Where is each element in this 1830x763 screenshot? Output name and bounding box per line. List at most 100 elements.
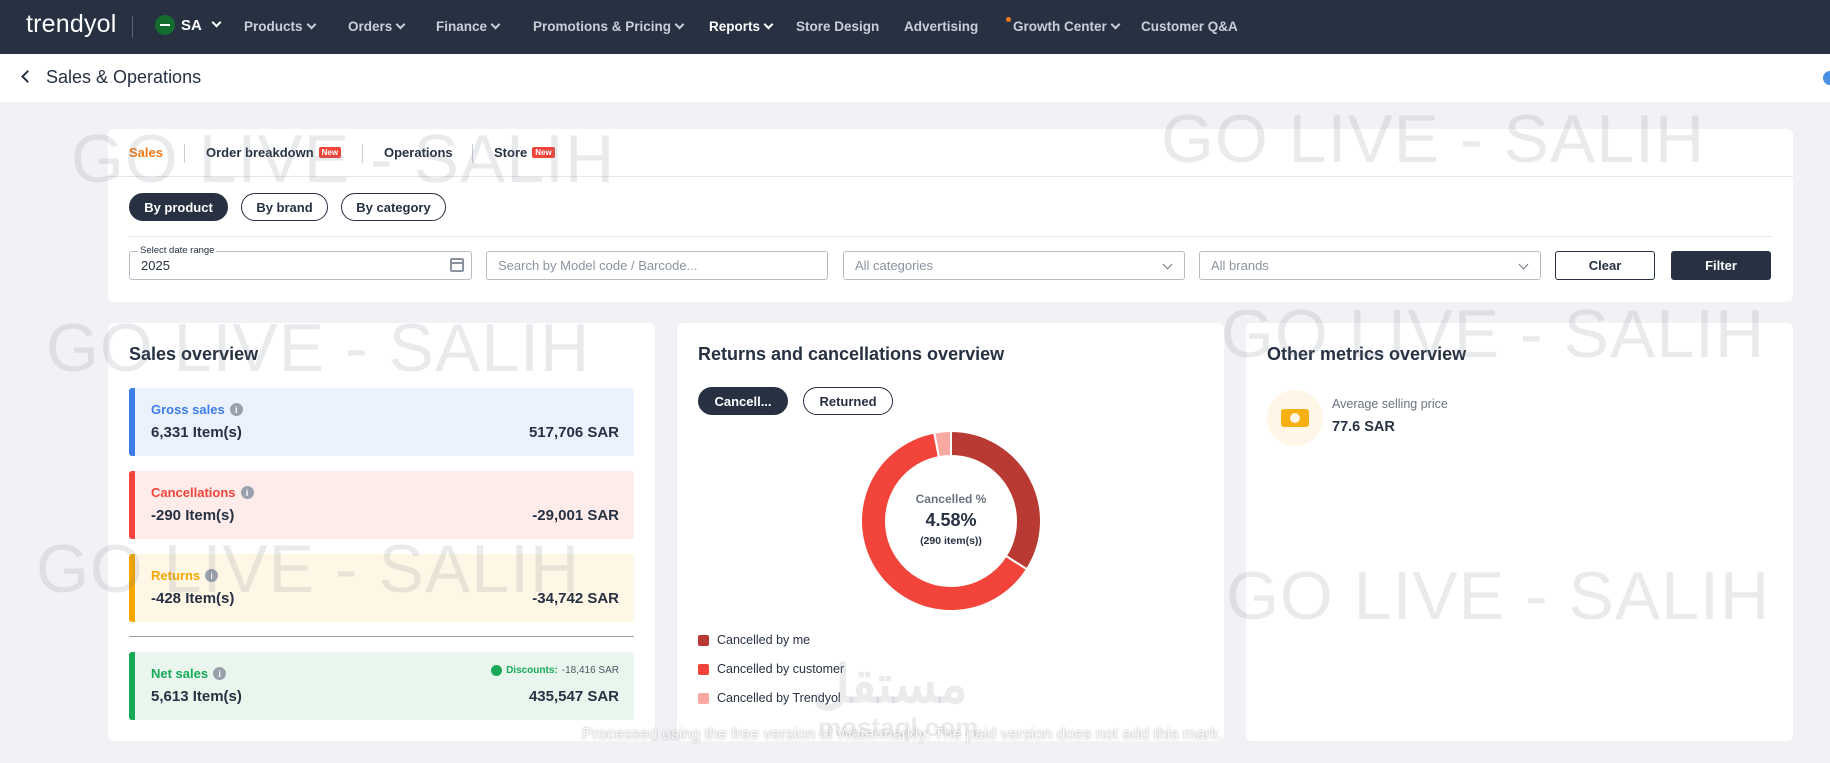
cancellation-donut-chart: Cancelled % 4.58% (290 item(s)) <box>860 429 1042 612</box>
chevron-down-icon <box>395 19 406 30</box>
chevron-down-icon <box>490 19 501 30</box>
tab-divider <box>184 144 185 163</box>
info-icon[interactable]: i <box>229 403 243 416</box>
watermark-footer: Processed using the free version of Wate… <box>582 726 1223 743</box>
tabs-divider <box>108 176 1793 177</box>
metric-name: Net sales i <box>151 666 227 681</box>
brand-select[interactable]: All brands <box>1199 251 1541 280</box>
brand-value: All brands <box>1211 258 1269 273</box>
metric-items: -290 Item(s) <box>151 507 235 524</box>
clear-button[interactable]: Clear <box>1555 251 1655 280</box>
metric-accent-bar <box>129 388 135 456</box>
metric-amount: 517,706 SAR <box>528 424 619 441</box>
asp-value: 77.6 SAR <box>1332 419 1395 435</box>
tab-sales[interactable]: Sales <box>129 145 163 160</box>
asp-label: Average selling price <box>1332 397 1448 411</box>
page-header <box>0 54 1830 102</box>
chevron-down-icon <box>1162 259 1173 270</box>
nav-reports[interactable]: Reports <box>709 19 774 34</box>
returned-toggle[interactable]: Returned <box>803 387 893 415</box>
info-icon[interactable]: i <box>205 569 219 582</box>
metric-items: 5,613 Item(s) <box>151 688 242 705</box>
nav-advertising[interactable]: Advertising <box>904 19 978 34</box>
net-sales-divider <box>129 636 634 637</box>
nav-products[interactable]: Products <box>244 19 316 34</box>
help-bubble-icon[interactable] <box>1823 71 1830 85</box>
donut-center-label: Cancelled % <box>916 492 987 506</box>
chevron-down-icon <box>763 19 774 30</box>
chevron-down-icon <box>211 17 222 27</box>
filter-divider <box>129 236 1772 237</box>
chevron-down-icon <box>1518 259 1529 270</box>
donut-center-value: 4.58% <box>925 510 976 530</box>
date-range-value: 2025 <box>141 258 170 273</box>
nav-store-design[interactable]: Store Design <box>796 19 879 34</box>
by-brand-toggle[interactable]: By brand <box>241 193 328 221</box>
tab-operations[interactable]: Operations <box>384 145 453 160</box>
tab-divider <box>362 144 363 163</box>
nav-divider <box>132 16 133 38</box>
donut-center-sub: (290 item(s)) <box>920 535 982 547</box>
category-value: All categories <box>855 258 934 273</box>
chevron-down-icon <box>306 19 316 30</box>
date-range-label: Select date range <box>138 245 217 256</box>
search-input[interactable]: Search by Model code / Barcode... <box>486 251 828 280</box>
tab-store[interactable]: Store New <box>494 145 555 160</box>
chevron-down-icon <box>674 19 685 30</box>
info-icon[interactable]: i <box>240 486 254 499</box>
legend-swatch <box>698 692 709 704</box>
new-badge: New <box>532 147 555 158</box>
legend-swatch <box>698 634 709 646</box>
metric-amount: -34,742 SAR <box>532 590 619 607</box>
metric-name: Returns i <box>151 568 219 583</box>
gross-sales-metric: Gross sales i 6,331 Item(s) 517,706 SAR <box>129 388 634 456</box>
legend-swatch <box>698 663 709 675</box>
other-metrics-card <box>1246 323 1793 741</box>
cancelled-toggle[interactable]: Cancell... <box>698 387 788 415</box>
saudi-flag-icon <box>155 15 175 35</box>
discount-icon <box>491 665 503 676</box>
other-metrics-title: Other metrics overview <box>1267 344 1467 364</box>
nav-customer-qa[interactable]: Customer Q&A <box>1141 19 1238 34</box>
chevron-down-icon <box>1110 19 1121 30</box>
returns-overview-title: Returns and cancellations overview <box>698 344 1005 364</box>
metric-name: Cancellations i <box>151 485 254 500</box>
date-range-field[interactable]: Select date range 2025 <box>129 245 472 280</box>
returns-metric: Returns i -428 Item(s) -34,742 SAR <box>129 554 634 622</box>
legend-cancelled-by-me: Cancelled by me <box>698 633 810 647</box>
by-category-toggle[interactable]: By category <box>341 193 446 221</box>
nav-promotions-pricing[interactable]: Promotions & Pricing <box>533 19 685 34</box>
by-product-toggle[interactable]: By product <box>129 193 228 221</box>
notification-dot <box>1006 17 1011 22</box>
category-select[interactable]: All categories <box>843 251 1185 280</box>
discounts-info: Discounts: -18,416 SAR <box>491 665 619 676</box>
new-badge: New <box>318 147 342 158</box>
filter-button[interactable]: Filter <box>1671 251 1771 280</box>
metric-amount: -29,001 SAR <box>532 507 619 524</box>
net-sales-metric: Net sales i Discounts: -18,416 SAR 5,613 I… <box>129 652 634 720</box>
search-placeholder: Search by Model code / Barcode... <box>498 258 698 273</box>
nav-orders[interactable]: Orders <box>348 19 406 34</box>
info-icon[interactable]: i <box>213 667 227 680</box>
country-selector[interactable]: SA <box>155 15 222 35</box>
country-code: SA <box>181 16 202 34</box>
metric-accent-bar <box>129 471 135 539</box>
metric-accent-bar <box>129 554 135 622</box>
nav-growth-center[interactable]: Growth Center <box>1006 17 1121 34</box>
calendar-icon[interactable] <box>450 258 464 272</box>
top-navigation-bar: trendyol SA Products Orders Finance Prom… <box>0 0 1830 54</box>
metric-name: Gross sales i <box>151 402 243 417</box>
tab-divider <box>472 144 473 163</box>
metric-amount: 435,547 SAR <box>528 688 619 705</box>
trendyol-logo[interactable]: trendyol <box>26 10 117 39</box>
money-icon <box>1267 390 1323 446</box>
sales-overview-title: Sales overview <box>129 344 259 364</box>
metric-accent-bar <box>129 652 135 720</box>
page-title: Sales & Operations <box>46 67 202 87</box>
metric-items: -428 Item(s) <box>151 590 235 607</box>
metric-items: 6,331 Item(s) <box>151 424 242 441</box>
watermark-arabic: مستقل <box>812 656 968 714</box>
cancellations-metric: Cancellations i -290 Item(s) -29,001 SAR <box>129 471 634 539</box>
tab-order-breakdown[interactable]: Order breakdown New <box>206 145 342 160</box>
nav-finance[interactable]: Finance <box>436 19 501 34</box>
